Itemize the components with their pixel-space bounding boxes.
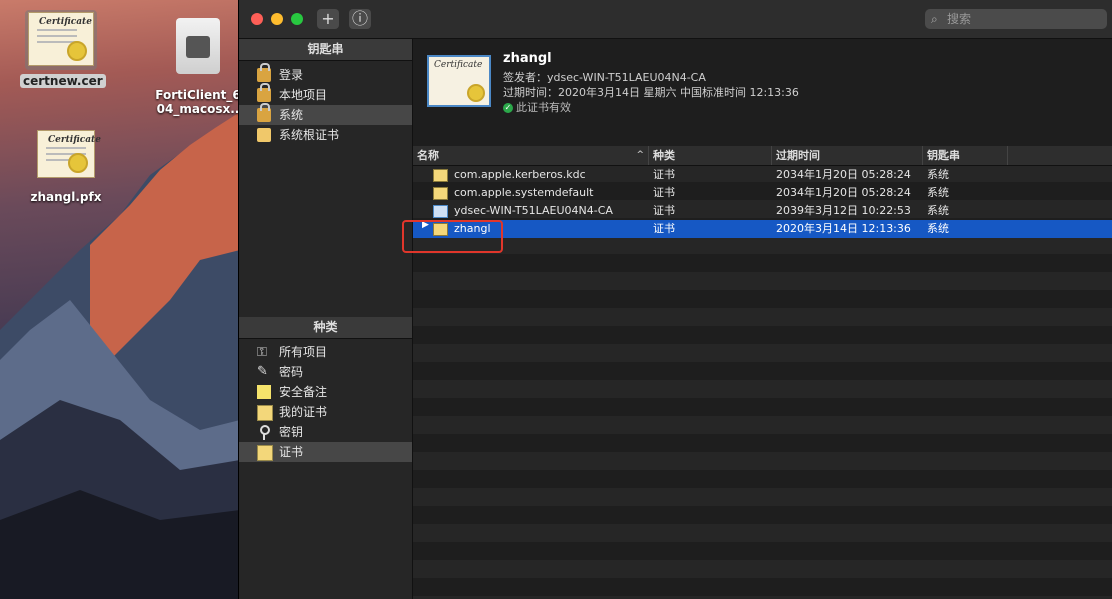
check-circle-icon: ✓ bbox=[503, 103, 513, 113]
cell-expires: 2039年3月12日 10:22:53 bbox=[776, 204, 911, 217]
category-header: 种类 bbox=[239, 317, 412, 339]
sidebar-item-local-items[interactable]: 本地项目 bbox=[239, 83, 412, 105]
detail-name: zhangl bbox=[503, 51, 552, 66]
lock-open-icon bbox=[257, 63, 271, 82]
column-header-expires[interactable]: 过期时间 bbox=[772, 146, 923, 165]
sidebar-item-secure-notes[interactable]: 安全备注 bbox=[239, 382, 412, 402]
desktop-file-label: zhangl.pfx bbox=[30, 190, 102, 204]
column-label: 名称 bbox=[417, 149, 439, 162]
disk-image-icon bbox=[176, 18, 220, 74]
cell-keychain: 系统 bbox=[927, 204, 949, 217]
note-icon bbox=[257, 385, 271, 399]
icon-script-text: Certificate bbox=[434, 60, 483, 70]
folder-icon bbox=[257, 128, 271, 142]
sidebar-item-label: 密码 bbox=[279, 365, 304, 379]
cell-name: ydsec-WIN-T51LAEU04N4-CA bbox=[454, 204, 613, 217]
label-line-1: FortiClient_6 bbox=[155, 88, 241, 102]
sidebar-item-label: 我的证书 bbox=[279, 405, 328, 419]
cell-name: com.apple.systemdefault bbox=[454, 186, 594, 199]
sort-ascending-icon: ^ bbox=[636, 150, 644, 160]
desktop-file-certnew[interactable]: Certificate certnew.cer bbox=[20, 10, 106, 88]
table-row[interactable]: ydsec-WIN-T51LAEU04N4-CA 证书 2039年3月12日 1… bbox=[413, 202, 1112, 220]
cell-kind: 证书 bbox=[653, 186, 675, 199]
keychains-header: 钥匙串 bbox=[239, 39, 412, 61]
sidebar-item-label: 证书 bbox=[279, 445, 304, 459]
lock-icon bbox=[257, 103, 271, 122]
root-certificate-icon bbox=[433, 205, 448, 218]
cell-keychain: 系统 bbox=[927, 168, 949, 181]
sidebar-item-my-certificates[interactable]: 我的证书 bbox=[239, 402, 412, 422]
sidebar-item-certificates[interactable]: 证书 bbox=[239, 442, 412, 462]
sidebar: 钥匙串 登录 本地项目 系统 系统根证书 种类 所有项目 bbox=[239, 39, 413, 599]
cell-expires: 2034年1月20日 05:28:24 bbox=[776, 186, 911, 199]
desktop-file-forticlient[interactable]: FortiClient_6 04_macosx.. bbox=[152, 18, 244, 116]
sidebar-item-label: 所有项目 bbox=[279, 345, 328, 359]
table-header: 名称 ^ 种类 过期时间 钥匙串 bbox=[413, 146, 1112, 166]
certificate-icon bbox=[433, 169, 448, 182]
table-row[interactable]: com.apple.kerberos.kdc 证书 2034年1月20日 05:… bbox=[413, 166, 1112, 184]
keychain-window: + ⓘ ⌕ 搜索 钥匙串 登录 本地项目 系统 系统根证书 种类 ⚿ 所有项目 … bbox=[238, 0, 1112, 599]
close-button[interactable] bbox=[251, 13, 263, 25]
detail-status: ✓ 此证书有效 bbox=[503, 99, 571, 115]
certificate-file-icon: Certificate bbox=[37, 130, 101, 178]
desktop-file-zhangl-pfx[interactable]: Certificate zhangl.pfx bbox=[24, 130, 108, 204]
window-toolbar: + ⓘ ⌕ 搜索 bbox=[239, 0, 1112, 39]
cell-expires: 2034年1月20日 05:28:24 bbox=[776, 168, 911, 181]
detail-issuer: 签发者：ydsec-WIN-T51LAEU04N4-CA bbox=[503, 71, 706, 84]
main-pane: Certificate zhangl 签发者：ydsec-WIN-T51LAEU… bbox=[413, 39, 1112, 599]
minimize-button[interactable] bbox=[271, 13, 283, 25]
icon-script-text: Certificate bbox=[48, 135, 101, 145]
sidebar-item-label: 登录 bbox=[279, 68, 304, 82]
cell-expires: 2020年3月14日 12:13:36 bbox=[776, 222, 911, 235]
desktop-file-label: certnew.cer bbox=[20, 74, 106, 88]
sidebar-item-system-roots[interactable]: 系统根证书 bbox=[239, 125, 412, 145]
zoom-button[interactable] bbox=[291, 13, 303, 25]
certificate-icon bbox=[257, 445, 273, 461]
certificate-icon: Certificate bbox=[427, 55, 491, 107]
pen-icon bbox=[257, 362, 271, 382]
search-placeholder: 搜索 bbox=[947, 12, 972, 26]
desktop-file-label: FortiClient_6 04_macosx.. bbox=[152, 88, 244, 116]
sidebar-item-label: 安全备注 bbox=[279, 385, 328, 399]
sidebar-item-passwords[interactable]: 密码 bbox=[239, 362, 412, 382]
cell-kind: 证书 bbox=[653, 168, 675, 181]
lock-icon bbox=[257, 83, 271, 102]
sidebar-item-label: 系统 bbox=[279, 108, 304, 122]
search-icon: ⌕ bbox=[931, 12, 938, 26]
certificate-icon bbox=[433, 187, 448, 200]
items-table: 名称 ^ 种类 过期时间 钥匙串 com.apple.kerberos.kdc … bbox=[413, 146, 1112, 599]
cell-keychain: 系统 bbox=[927, 222, 949, 235]
table-row[interactable]: com.apple.systemdefault 证书 2034年1月20日 05… bbox=[413, 184, 1112, 202]
certificate-detail: Certificate zhangl 签发者：ydsec-WIN-T51LAEU… bbox=[413, 39, 1112, 147]
cell-kind: 证书 bbox=[653, 222, 675, 235]
info-button[interactable]: ⓘ bbox=[349, 9, 371, 29]
sidebar-item-login[interactable]: 登录 bbox=[239, 63, 412, 85]
sidebar-item-all-items[interactable]: 所有项目 bbox=[239, 342, 412, 363]
cell-name: com.apple.kerberos.kdc bbox=[454, 168, 586, 181]
status-text: 此证书有效 bbox=[516, 101, 571, 114]
sidebar-item-label: 密钥 bbox=[279, 425, 304, 439]
detail-expiry: 过期时间：2020年3月14日 星期六 中国标准时间 12:13:36 bbox=[503, 86, 799, 99]
icon-script-text: Certificate bbox=[39, 17, 92, 27]
cell-keychain: 系统 bbox=[927, 186, 949, 199]
sidebar-item-keys[interactable]: 密钥 bbox=[239, 422, 412, 442]
column-header-name[interactable]: 名称 ^ bbox=[413, 146, 649, 165]
table-row-selected[interactable]: ▶ zhangl 证书 2020年3月14日 12:13:36 系统 bbox=[413, 220, 1112, 238]
annotation-highlight-box bbox=[402, 220, 503, 253]
column-header-keychain[interactable]: 钥匙串 bbox=[923, 146, 1008, 165]
label-line-2: 04_macosx.. bbox=[156, 102, 240, 116]
sidebar-item-label: 本地项目 bbox=[279, 88, 328, 102]
key-icon bbox=[257, 425, 271, 440]
certificate-icon bbox=[257, 405, 273, 421]
cell-kind: 证书 bbox=[653, 204, 675, 217]
sidebar-item-system[interactable]: 系统 bbox=[239, 103, 412, 125]
sidebar-item-label: 系统根证书 bbox=[279, 128, 340, 142]
column-header-kind[interactable]: 种类 bbox=[649, 146, 772, 165]
search-field[interactable]: ⌕ 搜索 bbox=[925, 9, 1107, 29]
certificate-file-icon: Certificate bbox=[28, 12, 94, 66]
all-items-icon bbox=[257, 343, 271, 363]
add-button[interactable]: + bbox=[317, 9, 339, 29]
